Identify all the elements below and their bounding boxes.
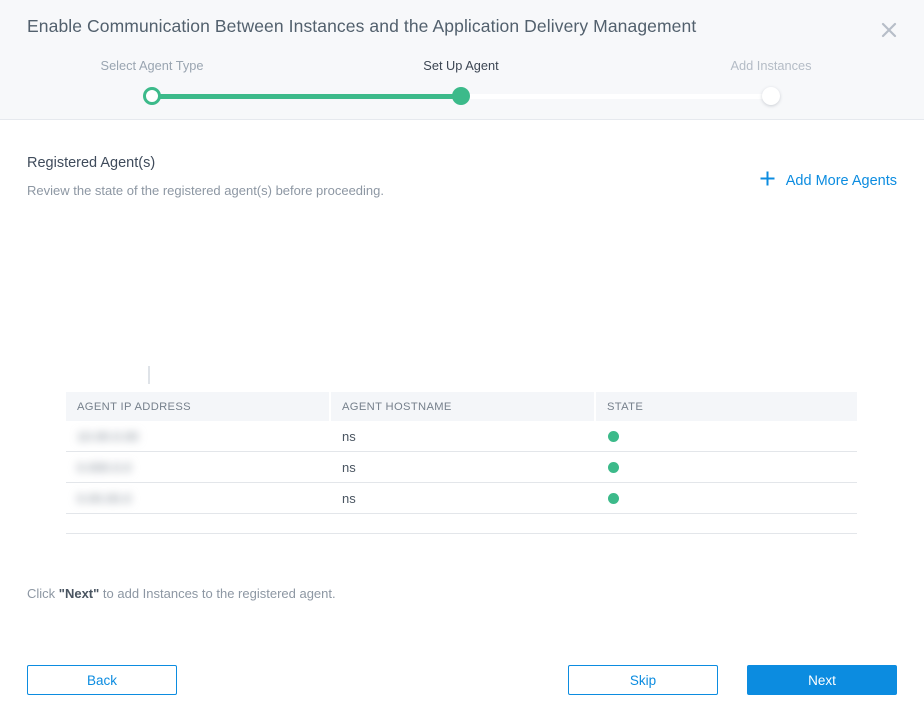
table-row[interactable]: 0.000.0.0 ns (66, 452, 857, 483)
hint-suffix: to add Instances to the registered agent… (99, 586, 336, 601)
stepper-progress-fill (152, 94, 461, 99)
wizard-footer: Back Skip Next (0, 660, 924, 723)
next-button[interactable]: Next (747, 665, 897, 695)
close-icon[interactable] (874, 15, 904, 45)
cell-agent-ip-address: 10.00.0.00 (66, 421, 331, 451)
wizard-body: Registered Agent(s) Review the state of … (0, 120, 924, 695)
stepper-labels: Select Agent Type Set Up Agent Add Insta… (0, 58, 924, 78)
stepper-dot-select-agent-type[interactable] (143, 87, 161, 105)
back-button[interactable]: Back (27, 665, 177, 695)
cell-state (596, 483, 857, 513)
agent-ip-address-redacted: 0.00.00.0 (77, 490, 132, 506)
table-row-spacer (66, 514, 857, 533)
stepper-dot-add-instances[interactable] (762, 87, 780, 105)
hint-emphasis: "Next" (58, 586, 100, 601)
plus-icon (759, 170, 776, 191)
step-label-set-up-agent: Set Up Agent (423, 58, 499, 73)
column-header-agent-hostname[interactable]: AGENT HOSTNAME (331, 392, 596, 421)
step-label-select-agent-type: Select Agent Type (100, 58, 204, 73)
add-more-agents-label: Add More Agents (785, 172, 897, 189)
section-subtitle: Review the state of the registered agent… (27, 183, 384, 198)
cell-agent-hostname: ns (342, 459, 356, 475)
table-body: 10.00.0.00 ns 0.000.0.0 ns 0.00.00.0 ns (66, 421, 857, 534)
table-header-row: AGENT IP ADDRESS AGENT HOSTNAME STATE (66, 392, 857, 421)
cell-agent-ip-address: 0.000.0.0 (66, 452, 331, 482)
column-header-state[interactable]: STATE (596, 392, 857, 421)
cell-state (596, 421, 857, 451)
page-title: Enable Communication Between Instances a… (27, 16, 697, 36)
wizard-header: Enable Communication Between Instances a… (0, 0, 924, 120)
column-header-agent-ip-address[interactable]: AGENT IP ADDRESS (66, 392, 331, 421)
wizard-stepper: Select Agent Type Set Up Agent Add Insta… (0, 58, 924, 114)
registered-agents-table: AGENT IP ADDRESS AGENT HOSTNAME STATE 10… (66, 392, 857, 534)
cell-agent-hostname: ns (342, 490, 356, 506)
table-row[interactable]: 10.00.0.00 ns (66, 421, 857, 452)
hint-prefix: Click (27, 586, 59, 601)
next-step-hint: Click "Next" to add Instances to the reg… (27, 586, 336, 601)
cell-agent-hostname: ns (342, 428, 356, 444)
status-dot-up (608, 430, 619, 442)
add-more-agents-button[interactable]: Add More Agents (759, 170, 897, 191)
section-title: Registered Agent(s) (27, 155, 156, 171)
skip-button[interactable]: Skip (568, 665, 718, 695)
stepper-dot-set-up-agent[interactable] (452, 87, 470, 105)
cell-state (596, 452, 857, 482)
table-row[interactable]: 0.00.00.0 ns (66, 483, 857, 514)
status-dot-up (608, 461, 619, 473)
column-resize-handle[interactable] (148, 366, 150, 384)
agent-ip-address-redacted: 0.000.0.0 (77, 459, 132, 475)
cell-agent-ip-address: 0.00.00.0 (66, 483, 331, 513)
agent-ip-address-redacted: 10.00.0.00 (77, 428, 139, 444)
status-dot-up (608, 492, 619, 504)
step-label-add-instances: Add Instances (730, 58, 812, 73)
